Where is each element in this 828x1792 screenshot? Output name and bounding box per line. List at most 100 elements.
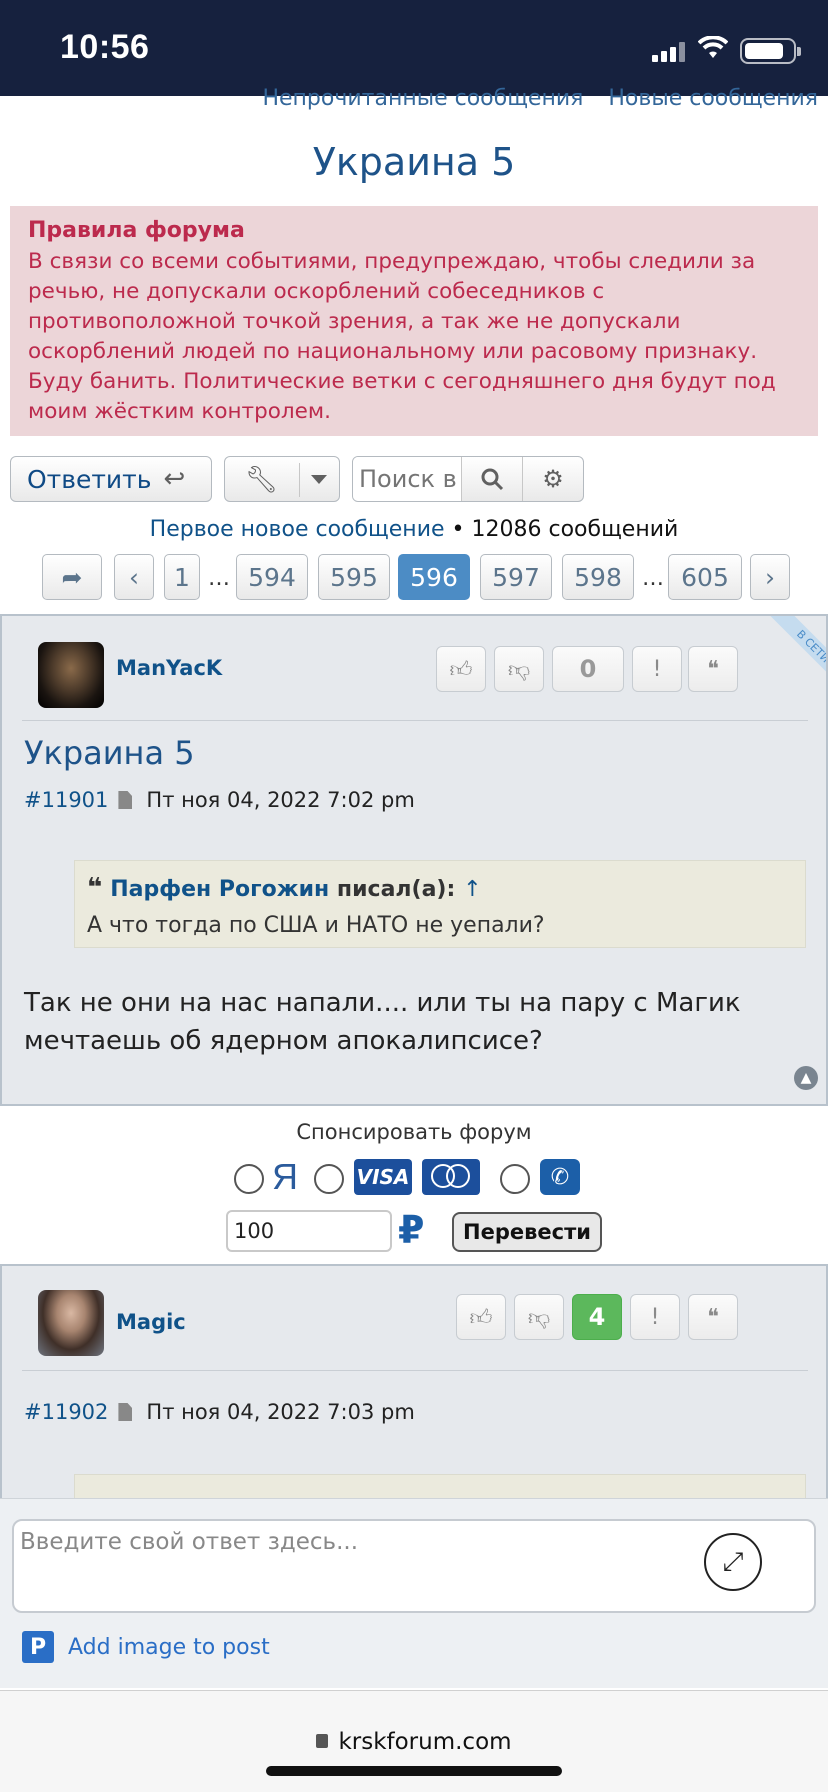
post-date: Пт ноя 04, 2022 7:03 pm	[146, 1400, 415, 1424]
page-596-current[interactable]: 596	[398, 554, 470, 600]
exclamation-icon: !	[650, 1304, 660, 1330]
yandex-money-icon: Я	[272, 1156, 298, 1197]
back-to-top-icon[interactable]: ▲	[794, 1066, 818, 1090]
reply-button[interactable]: Ответить ↩	[10, 456, 212, 502]
post: ManYacK В СЕТИ 👍︎ 👎︎ 0 ! ❝ Украина 5 #11…	[0, 614, 828, 1106]
chevron-left-icon: ‹	[129, 562, 139, 592]
status-time: 10:56	[60, 28, 150, 66]
document-icon	[118, 1403, 133, 1421]
page-605[interactable]: 605	[668, 554, 742, 600]
gear-icon: ⚙	[542, 465, 564, 493]
payment-radio-card[interactable]	[314, 1164, 344, 1194]
reply-arrow-icon: ↩	[163, 464, 186, 494]
thumbs-up-icon: 👍︎	[469, 1305, 493, 1331]
unread-messages-link[interactable]: Непрочитанные сообщения	[262, 86, 583, 111]
chevron-right-icon: ›	[765, 562, 775, 592]
post-number-link[interactable]: #11902	[24, 1400, 108, 1424]
advanced-search-button[interactable]: ⚙	[522, 457, 583, 501]
like-button[interactable]: 👍︎	[436, 646, 486, 692]
report-button[interactable]: !	[632, 646, 682, 692]
phone-icon: ✆	[540, 1159, 580, 1195]
pagination-ellipsis: …	[208, 566, 230, 591]
expand-icon[interactable]: ⤢	[704, 1533, 762, 1591]
image-upload-icon: P	[22, 1631, 54, 1663]
page-594[interactable]: 594	[236, 554, 308, 600]
browser-url-bar[interactable]: krskforum.com	[0, 1690, 828, 1792]
post: Magic 👍︎ 👎︎ 4 ! ❝ #11902 Пт ноя 04, 2022…	[0, 1264, 828, 1500]
quote-block: ❝ Парфен Рогожин писал(а): ↑ А что тогда п…	[74, 860, 806, 948]
quote-author[interactable]: Парфен Рогожин	[110, 877, 329, 902]
post-body: Так не они на нас напали.... или ты на п…	[24, 988, 741, 1056]
jump-to-page-button[interactable]: ➦	[42, 554, 102, 600]
top-links: Непрочитанные сообщения Новые сообщения	[244, 86, 818, 112]
mastercard-icon	[422, 1159, 480, 1195]
reply-label: Ответить	[27, 464, 152, 494]
report-button[interactable]: !	[630, 1294, 680, 1340]
wifi-icon	[698, 36, 728, 58]
quote-block	[74, 1474, 806, 1498]
home-indicator[interactable]	[266, 1766, 562, 1776]
post-number-link[interactable]: #11901	[24, 788, 108, 812]
next-page-button[interactable]: ›	[750, 554, 790, 600]
post-count: 12086 сообщений	[471, 517, 679, 542]
page-595[interactable]: 595	[318, 554, 390, 600]
search-input[interactable]	[353, 457, 461, 501]
search-button[interactable]	[461, 457, 522, 501]
avatar[interactable]	[38, 642, 104, 708]
share-arrow-icon: ➦	[61, 562, 83, 592]
post-author[interactable]: ManYacK	[116, 656, 222, 680]
battery-icon	[740, 38, 801, 64]
quote-icon: ❝	[707, 656, 719, 682]
page-1[interactable]: 1	[164, 554, 200, 600]
online-ribbon: В СЕТИ	[734, 616, 826, 708]
quote-mark-icon: ❝	[87, 873, 103, 903]
post-meta: #11902 Пт ноя 04, 2022 7:03 pm	[24, 1400, 415, 1424]
add-image-link[interactable]: P Add image to post	[22, 1631, 270, 1663]
add-image-label: Add image to post	[68, 1634, 270, 1660]
quote-button[interactable]: ❝	[688, 646, 738, 692]
post-author[interactable]: Magic	[116, 1310, 186, 1334]
post-score: 0	[552, 646, 624, 692]
post-score: 4	[572, 1294, 622, 1340]
amount-input[interactable]	[226, 1210, 392, 1252]
payment-radio-yandex[interactable]	[234, 1164, 264, 1194]
thumbs-down-icon: 👎︎	[527, 1305, 551, 1331]
thumbs-up-icon: 👍︎	[449, 657, 473, 683]
forum-rules: Правила форума В связи со всеми событиям…	[10, 206, 818, 436]
pagination-ellipsis: …	[642, 566, 664, 591]
transfer-button[interactable]: Перевести	[452, 1212, 602, 1252]
cellular-signal-icon	[652, 40, 686, 62]
url-text: krskforum.com	[338, 1729, 512, 1755]
thumbs-down-icon: 👎︎	[507, 657, 531, 683]
wrench-icon: 🔧︎	[245, 465, 279, 495]
quote-source-link[interactable]: ↑	[463, 877, 481, 902]
quote-icon: ❝	[707, 1304, 719, 1330]
quote-text: А что тогда по США и НАТО не уепали?	[87, 913, 545, 938]
rules-title: Правила форума	[28, 218, 245, 243]
first-new-post-link[interactable]: Первое новое сообщение	[150, 517, 445, 542]
dislike-button[interactable]: 👎︎	[494, 646, 544, 692]
lock-icon	[316, 1733, 329, 1748]
reply-textarea[interactable]: Введите свой ответ здесь... ⤢	[12, 1519, 816, 1613]
post-title[interactable]: Украина 5	[24, 734, 195, 772]
topic-title[interactable]: Украина 5	[0, 140, 828, 184]
exclamation-icon: !	[652, 656, 662, 682]
sponsor-title: Спонсировать форум	[296, 1120, 532, 1144]
new-messages-link[interactable]: Новые сообщения	[608, 86, 818, 111]
page-598[interactable]: 598	[562, 554, 634, 600]
ruble-icon: ₽	[398, 1208, 425, 1252]
dislike-button[interactable]: 👎︎	[514, 1294, 564, 1340]
previous-page-button[interactable]: ‹	[114, 554, 154, 600]
rules-text: В связи со всеми событиями, предупреждаю…	[28, 249, 776, 424]
topic-search: ⚙	[352, 456, 584, 502]
search-icon	[481, 468, 504, 491]
payment-radio-phone[interactable]	[500, 1164, 530, 1194]
reply-placeholder: Введите свой ответ здесь...	[20, 1529, 359, 1555]
topic-tools-button[interactable]: 🔧︎	[224, 456, 340, 502]
document-icon	[118, 791, 133, 809]
visa-icon: VISA	[354, 1159, 412, 1195]
page-597[interactable]: 597	[480, 554, 552, 600]
avatar[interactable]	[38, 1290, 104, 1356]
like-button[interactable]: 👍︎	[456, 1294, 506, 1340]
quote-button[interactable]: ❝	[688, 1294, 738, 1340]
